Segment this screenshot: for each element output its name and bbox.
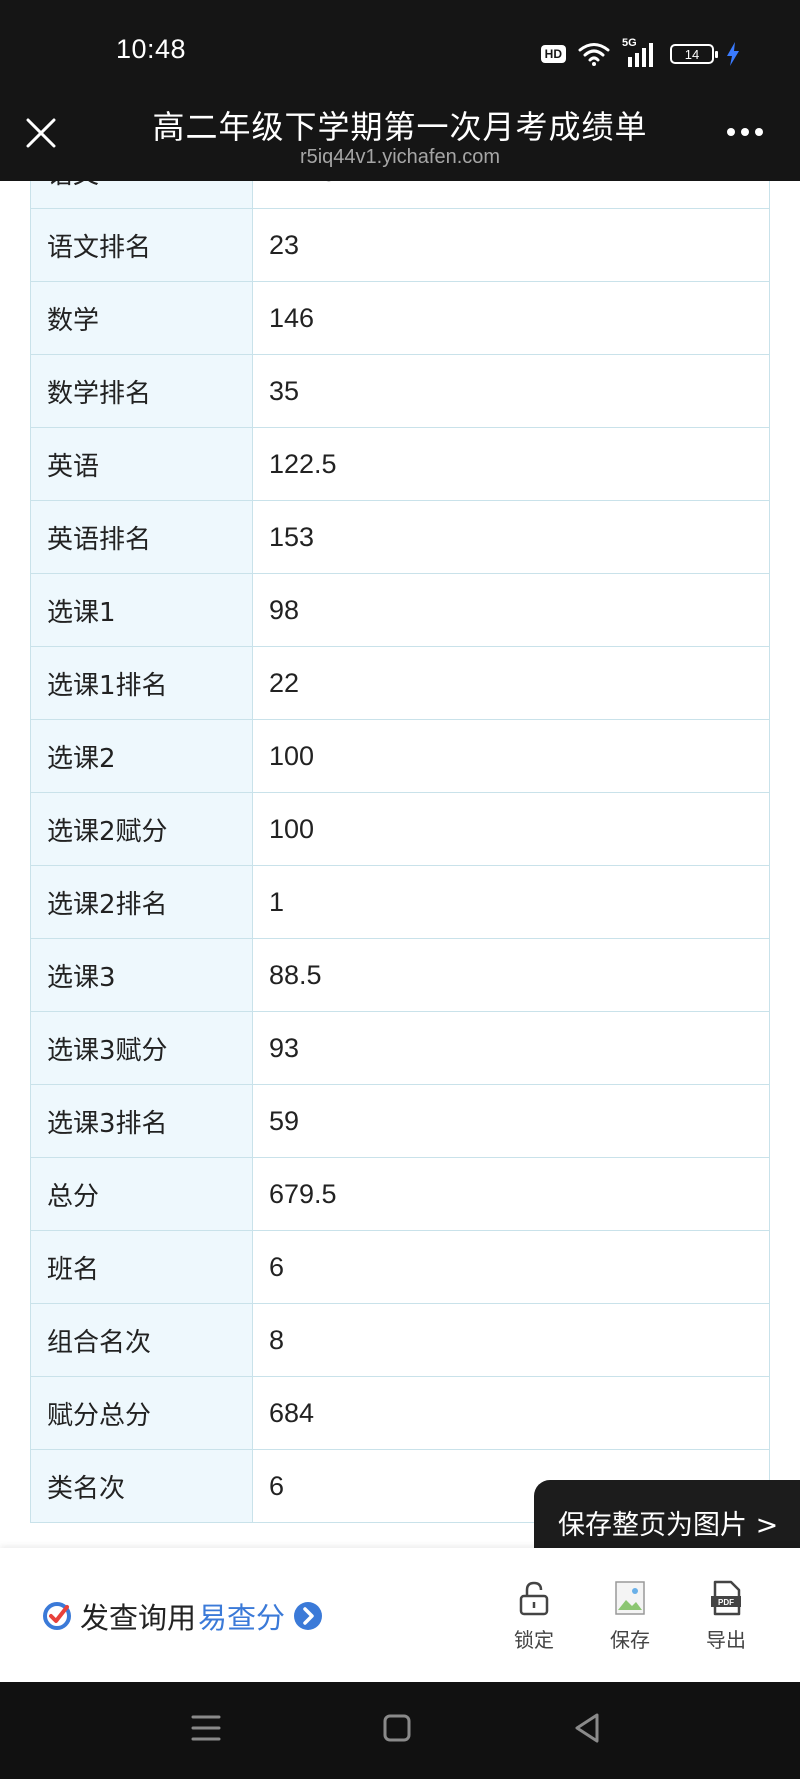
- score-label-cell: 赋分总分: [30, 1376, 253, 1450]
- table-row: 选课2 100: [30, 719, 770, 793]
- promo-link[interactable]: 发查询用 易查分: [40, 1595, 323, 1637]
- page-title: 高二年级下学期第一次月考成绩单: [152, 108, 648, 146]
- score-table: 语文124.5语文排名23数学146数学排名35英语122.5英语排名153选课…: [30, 181, 770, 1523]
- save-label: 保存: [610, 1628, 650, 1652]
- save-button[interactable]: 保存: [590, 1580, 670, 1653]
- table-row: 组合名次 8: [30, 1303, 770, 1377]
- table-row: 语文124.5: [30, 181, 770, 209]
- score-value-cell: 59: [252, 1084, 770, 1158]
- table-row: 班名 6: [30, 1230, 770, 1304]
- lock-button[interactable]: 锁定: [494, 1580, 574, 1653]
- table-row: 语文排名 23: [30, 208, 770, 282]
- back-icon[interactable]: [572, 1708, 602, 1748]
- score-value-cell: 23: [252, 208, 770, 282]
- score-value-cell: 22: [252, 646, 770, 720]
- table-row: 选课3赋分 93: [30, 1011, 770, 1085]
- status-bar: 10:48 HD 5G 14: [0, 0, 800, 100]
- score-label-cell: 选课1: [30, 573, 253, 647]
- battery-level: 14: [684, 46, 700, 62]
- table-row: 赋分总分 684: [30, 1376, 770, 1450]
- score-label-cell: 英语: [30, 427, 253, 501]
- home-icon[interactable]: [382, 1708, 412, 1748]
- score-label-cell: 选课3赋分: [30, 1011, 253, 1085]
- battery-icon: 14: [670, 44, 718, 64]
- score-value-cell: 124.5: [252, 181, 770, 209]
- page-url: r5iq44v1.yichafen.com: [299, 146, 501, 168]
- score-label-cell: 数学排名: [30, 354, 253, 428]
- score-value-cell: 100: [252, 719, 770, 793]
- svg-text:PDF: PDF: [718, 1598, 734, 1607]
- score-value-cell: 1: [252, 865, 770, 939]
- score-label-cell: 组合名次: [30, 1303, 253, 1377]
- table-row: 总分 679.5: [30, 1157, 770, 1231]
- table-row: 英语 122.5: [30, 427, 770, 501]
- score-value-cell: 6: [252, 1230, 770, 1304]
- bottom-action-bar: 发查询用 易查分 锁定 保存 PDF 导出: [0, 1548, 800, 1682]
- table-row: 数学排名 35: [30, 354, 770, 428]
- score-value-cell: 93: [252, 1011, 770, 1085]
- lock-icon: [519, 1581, 549, 1616]
- yichafen-logo-icon: [43, 1602, 71, 1630]
- score-value-cell: 35: [252, 354, 770, 428]
- promo-text: 发查询用: [80, 1601, 197, 1635]
- table-row: 选课2赋分 100: [30, 792, 770, 866]
- chevron-right-icon: [294, 1602, 323, 1630]
- score-label-cell: 总分: [30, 1157, 253, 1231]
- score-value-cell: 98: [252, 573, 770, 647]
- table-row: 选课3 88.5: [30, 938, 770, 1012]
- page-header: 高二年级下学期第一次月考成绩单 r5iq44v1.yichafen.com: [0, 100, 800, 181]
- score-value-cell: 153: [252, 500, 770, 574]
- charging-icon: [727, 42, 739, 66]
- export-label: 导出: [706, 1628, 746, 1652]
- system-nav-bar: [0, 1682, 800, 1779]
- status-time: 10:48: [116, 34, 187, 64]
- signal-icon: [628, 43, 653, 67]
- wifi-icon: [578, 43, 610, 66]
- table-row: 选课1排名 22: [30, 646, 770, 720]
- score-value-cell: 679.5: [252, 1157, 770, 1231]
- table-row: 英语排名 153: [30, 500, 770, 574]
- score-table-body: 语文124.5语文排名23数学146数学排名35英语122.5英语排名153选课…: [30, 181, 770, 1523]
- score-label-cell: 选课1排名: [30, 646, 253, 720]
- score-label-cell: 语文: [30, 181, 253, 209]
- signal-indicator: 5G: [622, 37, 658, 67]
- hd-badge: HD: [540, 45, 566, 63]
- score-label-cell: 选课2赋分: [30, 792, 253, 866]
- score-value-cell: 8: [252, 1303, 770, 1377]
- score-label-cell: 选课3: [30, 938, 253, 1012]
- image-icon: [615, 1581, 645, 1615]
- score-value-cell: 122.5: [252, 427, 770, 501]
- pdf-icon: PDF: [711, 1580, 741, 1616]
- score-label-cell: 英语排名: [30, 500, 253, 574]
- score-label-cell: 类名次: [30, 1449, 253, 1523]
- more-icon[interactable]: [726, 126, 764, 138]
- score-label-cell: 数学: [30, 281, 253, 355]
- score-table-container[interactable]: 语文124.5语文排名23数学146数学排名35英语122.5英语排名153选课…: [30, 181, 770, 1548]
- menu-icon[interactable]: [190, 1708, 222, 1748]
- score-value-cell: 100: [252, 792, 770, 866]
- score-label-cell: 选课2: [30, 719, 253, 793]
- score-value-cell: 146: [252, 281, 770, 355]
- status-icons: HD 5G 14: [540, 37, 740, 68]
- table-row: 数学 146: [30, 281, 770, 355]
- score-label-cell: 选课3排名: [30, 1084, 253, 1158]
- score-label-cell: 语文排名: [30, 208, 253, 282]
- score-label-cell: 班名: [30, 1230, 253, 1304]
- promo-brand: 易查分: [198, 1601, 286, 1635]
- table-row: 选课1 98: [30, 573, 770, 647]
- score-value-cell: 88.5: [252, 938, 770, 1012]
- table-row: 选课3排名 59: [30, 1084, 770, 1158]
- lock-label: 锁定: [514, 1628, 554, 1652]
- table-row: 选课2排名 1: [30, 865, 770, 939]
- score-label-cell: 选课2排名: [30, 865, 253, 939]
- export-button[interactable]: PDF 导出: [686, 1580, 766, 1653]
- score-value-cell: 684: [252, 1376, 770, 1450]
